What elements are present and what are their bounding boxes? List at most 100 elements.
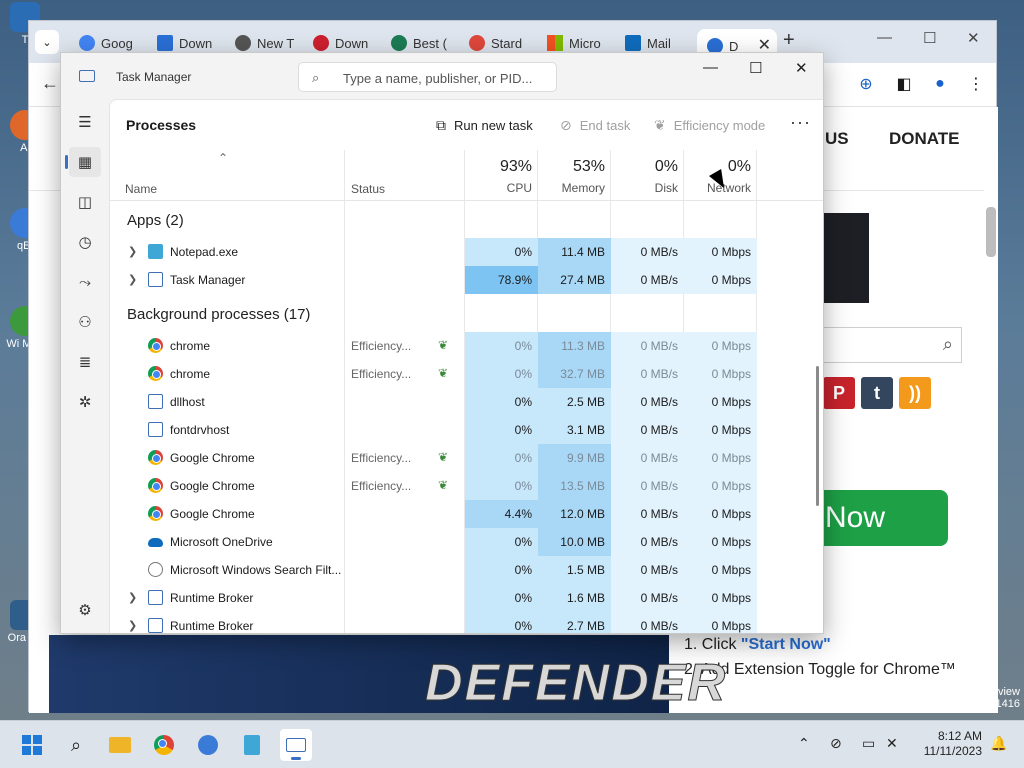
processes-icon[interactable]: ▦ — [65, 147, 101, 177]
process-row[interactable]: Google Chrome Efficiency... ❦ 0% 13.5 MB 0 MB… — [110, 472, 823, 500]
outlook-icon — [625, 35, 641, 51]
column-header-disk[interactable]: 0% Disk — [611, 150, 684, 200]
process-row[interactable]: chrome Efficiency... ❦ 0% 11.3 MB 0 MB/s 0 Mbp… — [110, 332, 823, 360]
memory-cell: 10.0 MB — [538, 528, 611, 556]
search-icon[interactable]: ⌕ — [943, 334, 953, 355]
disk-label: Disk — [654, 181, 678, 195]
process-row[interactable]: chrome Efficiency... ❦ 0% 32.7 MB 0 MB/s 0 Mbp… — [110, 360, 823, 388]
qbittorrent-icon[interactable] — [192, 729, 224, 761]
pinterest-icon[interactable]: P — [823, 377, 855, 409]
maximize-icon[interactable]: ☐ — [749, 59, 762, 77]
end-task-button[interactable]: ⊘ End task — [560, 117, 630, 134]
search-icon[interactable]: ⌕ — [60, 729, 92, 761]
users-icon[interactable]: ⚇ — [69, 307, 101, 337]
process-row[interactable]: Microsoft Windows Search Filt... 0% 1.5 MB… — [110, 556, 823, 584]
step-text: 1. Click — [684, 636, 741, 653]
process-name: chrome — [170, 367, 211, 381]
process-row[interactable]: ❯ Runtime Broker 0% 1.6 MB 0 MB/s 0 Mbps — [110, 584, 823, 612]
nav-us-link[interactable]: US — [825, 129, 849, 149]
rss-icon[interactable]: )) — [899, 377, 931, 409]
memory-cell: 11.4 MB — [538, 238, 611, 266]
services-icon[interactable]: ✲ — [69, 387, 101, 417]
close-icon[interactable]: ✕ — [967, 29, 980, 47]
run-task-icon: ⧉ — [436, 117, 446, 133]
group-header-background[interactable]: Background processes (17) — [127, 306, 310, 323]
group-header-apps[interactable]: Apps (2) — [127, 212, 184, 229]
settings-gear-icon[interactable]: ⚙ — [69, 595, 101, 625]
memory-cell: 13.5 MB — [538, 472, 611, 500]
clock[interactable]: 8:12 AM 11/11/2023 — [912, 729, 982, 759]
profile-icon[interactable]: ● — [929, 73, 951, 95]
process-name: Google Chrome — [170, 479, 255, 493]
memory-cell: 11.3 MB — [538, 332, 611, 360]
task-manager-taskbar-icon[interactable] — [280, 729, 312, 761]
disk-cell: 0 MB/s — [611, 238, 684, 266]
volume-muted-icon[interactable]: ✕ — [886, 735, 898, 752]
chrome-icon[interactable] — [148, 729, 180, 761]
download-icon[interactable]: ⊕ — [855, 73, 877, 95]
column-header-name[interactable]: Name — [125, 182, 157, 196]
new-tab-button[interactable]: + — [783, 29, 795, 52]
details-icon[interactable]: ≣ — [69, 347, 101, 377]
performance-icon[interactable]: ◫ — [69, 187, 101, 217]
tumblr-icon[interactable]: t — [861, 377, 893, 409]
search-input[interactable] — [343, 68, 543, 88]
page-scrollbar[interactable] — [986, 207, 996, 257]
process-row[interactable]: dllhost 0% 2.5 MB 0 MB/s 0 Mbps — [110, 388, 823, 416]
process-status: Efficiency... — [351, 479, 412, 493]
cpu-cell: 0% — [465, 444, 538, 472]
minimize-icon[interactable]: — — [703, 59, 718, 76]
notepad-icon[interactable] — [236, 729, 268, 761]
minimize-icon[interactable]: — — [877, 29, 892, 46]
column-header-status[interactable]: Status — [351, 182, 385, 196]
process-row[interactable]: ❯ Task Manager 78.9% 27.4 MB 0 MB/s 0 Mbps — [110, 266, 823, 294]
tab-label: New T — [257, 35, 295, 51]
notification-bell-icon[interactable]: 🔔 — [990, 735, 1007, 752]
hamburger-menu-icon[interactable]: ☰ — [69, 107, 101, 137]
expand-chevron-icon[interactable]: ❯ — [128, 619, 137, 632]
table-scrollbar[interactable] — [816, 366, 819, 506]
expand-chevron-icon[interactable]: ❯ — [128, 245, 137, 258]
nav-donate-link[interactable]: DONATE — [889, 129, 960, 149]
side-panel-icon[interactable]: ◧ — [893, 73, 915, 95]
app-history-icon[interactable]: ◷ — [69, 227, 101, 257]
display-icon[interactable]: ▭ — [862, 735, 875, 752]
show-hidden-icons-chevron-icon[interactable]: ⌃ — [798, 735, 810, 752]
file-explorer-icon[interactable] — [104, 729, 136, 761]
banner-title: DEFENDER — [424, 654, 728, 713]
column-header-memory[interactable]: 53% Memory — [538, 150, 611, 200]
startup-apps-icon[interactable]: ⤳ — [69, 267, 101, 297]
efficiency-mode-button[interactable]: ❦ Efficiency mode — [654, 117, 765, 134]
process-row[interactable]: Google Chrome 4.4% 12.0 MB 0 MB/s 0 Mbps — [110, 500, 823, 528]
process-name: Task Manager — [170, 273, 246, 287]
tab-search-dropdown[interactable]: ⌄ — [35, 30, 59, 54]
notepad-icon — [148, 244, 163, 259]
cpu-cell: 0% — [465, 472, 538, 500]
close-icon[interactable]: ✕ — [795, 59, 808, 77]
start-now-button[interactable]: Now — [813, 490, 948, 546]
maximize-icon[interactable]: ☐ — [923, 29, 936, 47]
menu-kebab-icon[interactable]: ⋮ — [965, 73, 987, 95]
process-row[interactable]: Microsoft OneDrive 0% 10.0 MB 0 MB/s 0 Mbps — [110, 528, 823, 556]
search-box[interactable]: ⌕ — [298, 62, 557, 92]
window-title: Task Manager — [116, 70, 192, 84]
run-new-task-button[interactable]: ⧉ Run new task — [436, 117, 533, 134]
page-search-input[interactable]: ⌕ — [819, 327, 962, 363]
back-arrow-icon[interactable]: ← — [41, 73, 59, 94]
tab-favicon-icon — [469, 35, 485, 51]
process-row[interactable]: ❯ Runtime Broker 0% 2.7 MB 0 MB/s 0 Mbps — [110, 612, 823, 633]
process-row[interactable]: ❯ Notepad.exe 0% 11.4 MB 0 MB/s 0 Mbps — [110, 238, 823, 266]
column-header-cpu[interactable]: 93% CPU — [465, 150, 538, 200]
command-bar: Processes ⧉ Run new task ⊘ End task ❦ Effic… — [110, 100, 823, 150]
network-off-icon[interactable]: ⊘ — [830, 735, 842, 752]
expand-chevron-icon[interactable]: ❯ — [128, 591, 137, 604]
process-row[interactable]: Google Chrome Efficiency... ❦ 0% 9.9 MB 0 MB/… — [110, 444, 823, 472]
expand-chevron-icon[interactable]: ❯ — [128, 273, 137, 286]
start-button[interactable] — [16, 729, 48, 761]
process-row[interactable]: fontdrvhost 0% 3.1 MB 0 MB/s 0 Mbps — [110, 416, 823, 444]
more-options-button[interactable]: ··· — [790, 112, 811, 133]
memory-cell: 3.1 MB — [538, 416, 611, 444]
leaf-icon: ❦ — [654, 117, 666, 133]
start-now-link[interactable]: "Start Now" — [741, 636, 831, 653]
tab-label: Down — [335, 35, 369, 51]
